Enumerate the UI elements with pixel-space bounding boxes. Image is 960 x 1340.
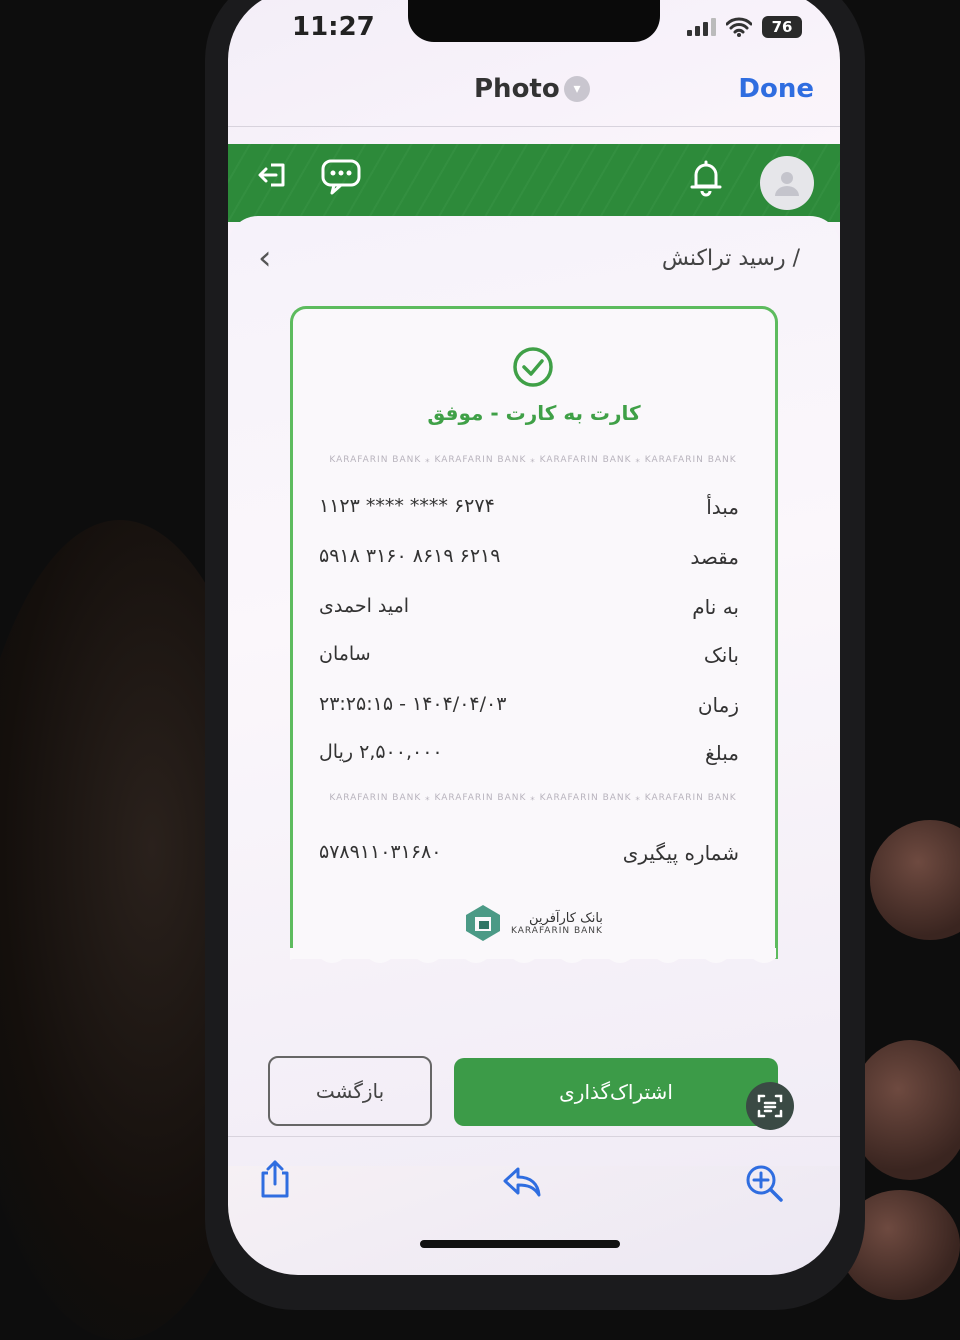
row-value: ۱۴۰۴/۰۴/۰۳ - ۲۳:۲۵:۱۵ xyxy=(319,693,507,715)
receipt-row-name: به نام امید احمدی xyxy=(319,595,739,627)
reply-icon[interactable] xyxy=(502,1165,542,1203)
bank-ribbon-top: KARAFARIN BANK ⁎ KARAFARIN BANK ⁎ KARAFA… xyxy=(329,455,737,465)
cellular-signal-icon xyxy=(687,18,716,36)
row-value: سامان xyxy=(319,643,371,665)
receipt-row-amount: مبلغ ۲,۵۰۰,۰۰۰ ریال xyxy=(319,741,739,773)
row-value: ۶۲۷۴ **** **** ۱۱۲۳ xyxy=(319,495,495,517)
done-button[interactable]: Done xyxy=(738,74,814,104)
wifi-icon xyxy=(726,17,752,37)
receipt-row-time: زمان ۱۴۰۴/۰۴/۰۳ - ۲۳:۲۵:۱۵ xyxy=(319,693,739,725)
chevron-down-icon[interactable]: ▾ xyxy=(564,76,590,102)
row-value: امید احمدی xyxy=(319,595,410,617)
row-value: ۲,۵۰۰,۰۰۰ ریال xyxy=(319,741,443,763)
row-label: بانک xyxy=(703,643,739,667)
bell-icon[interactable] xyxy=(688,158,724,202)
receipt-row-source: مبدأ ۶۲۷۴ **** **** ۱۱۲۳ xyxy=(319,495,739,527)
photo-title[interactable]: Photo xyxy=(474,74,560,104)
row-label: زمان xyxy=(697,693,739,717)
background-finger xyxy=(850,1040,960,1180)
karafarin-logo-icon xyxy=(466,905,500,941)
karafarin-bank-logo: بانک کارآفرین KARAFARIN BANK xyxy=(463,903,603,943)
background-finger xyxy=(870,820,960,940)
bank-logo-text-fa: بانک کارآفرین xyxy=(529,910,603,926)
bank-ribbon-bottom: KARAFARIN BANK ⁎ KARAFARIN BANK ⁎ KARAFA… xyxy=(329,793,737,803)
row-label: شماره پیگیری xyxy=(622,841,739,865)
receipt-row-tracking: شماره پیگیری ۵۷۸۹۱۱۰۳۱۶۸۰ xyxy=(319,841,739,873)
receipt-row-bank: بانک سامان xyxy=(319,643,739,675)
transaction-receipt: کارت به کارت - موفق KARAFARIN BANK ⁎ KAR… xyxy=(290,306,778,959)
status-time: 11:27 xyxy=(292,12,375,42)
status-indicators: 76 xyxy=(687,16,802,38)
bank-logo-text-en: KARAFARIN BANK xyxy=(511,925,603,936)
zoom-in-icon[interactable] xyxy=(744,1163,786,1209)
back-button[interactable]: بازگشت xyxy=(268,1056,432,1126)
photo-toolbar xyxy=(228,1136,840,1247)
row-label: مبلغ xyxy=(704,741,739,765)
logout-icon[interactable] xyxy=(256,158,290,196)
home-indicator xyxy=(420,1240,620,1248)
bank-app-bar xyxy=(228,144,840,222)
battery-indicator: 76 xyxy=(762,16,802,38)
row-label: به نام xyxy=(692,595,739,619)
dynamic-island xyxy=(408,0,660,42)
tracking-number: ۵۷۸۹۱۱۰۳۱۶۸۰ xyxy=(319,841,442,863)
row-value: ۶۲۱۹ ۸۶۱۹ ۳۱۶۰ ۵۹۱۸ xyxy=(319,545,501,567)
transaction-status: کارت به کارت - موفق xyxy=(427,401,641,425)
phone-screen: 11:27 76 Photo ▾ Done ‹ / رسید تراکنش کا… xyxy=(228,0,840,1275)
receipt-torn-edge xyxy=(290,948,776,963)
page-title: / رسید تراکنش xyxy=(661,246,800,271)
chat-icon[interactable] xyxy=(320,158,362,200)
live-text-icon[interactable] xyxy=(746,1082,794,1130)
photo-viewer-header: Photo ▾ Done xyxy=(228,70,840,127)
receipt-page: ‹ / رسید تراکنش کارت به کارت - موفق KARA… xyxy=(228,216,840,1166)
row-label: مبدأ xyxy=(706,495,739,519)
check-circle-icon xyxy=(511,345,555,393)
receipt-row-destination: مقصد ۶۲۱۹ ۸۶۱۹ ۳۱۶۰ ۵۹۱۸ xyxy=(319,545,739,577)
chevron-left-icon[interactable]: ‹ xyxy=(258,238,272,278)
share-icon[interactable] xyxy=(258,1159,292,1203)
row-label: مقصد xyxy=(690,545,739,569)
share-button[interactable]: اشتراک‌گذاری xyxy=(454,1058,778,1126)
user-avatar-icon[interactable] xyxy=(760,156,814,210)
